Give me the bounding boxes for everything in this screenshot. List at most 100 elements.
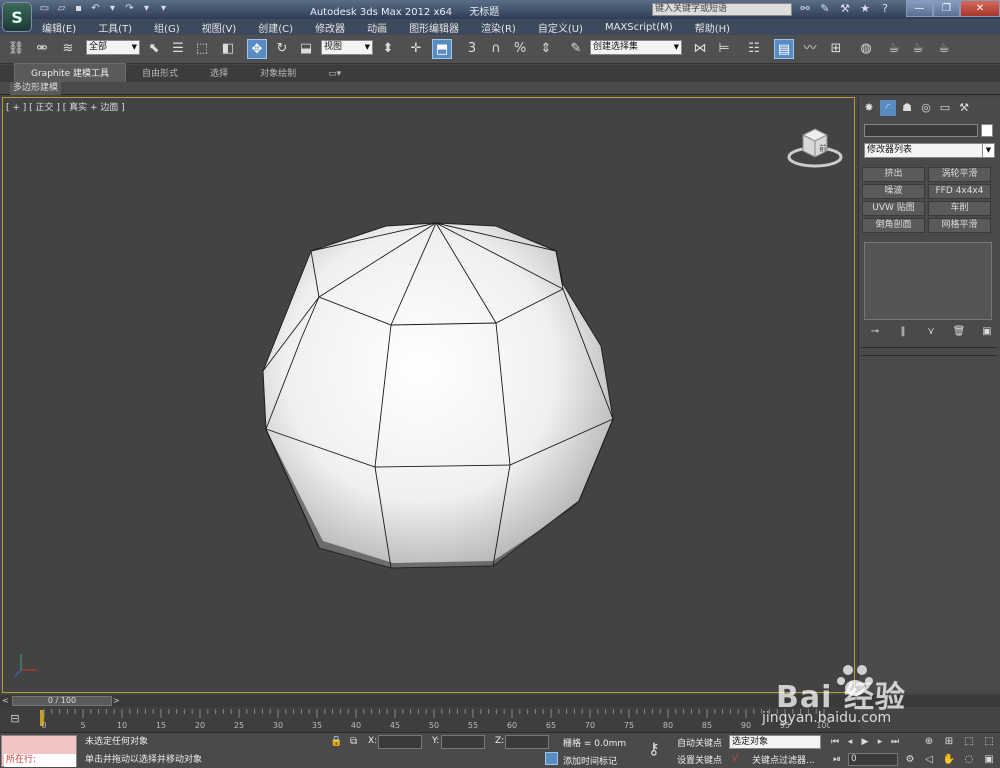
graphite-toggle-icon[interactable]: ▤: [774, 39, 794, 59]
menu-edit[interactable]: 编辑(E): [42, 20, 76, 35]
spinner-snap-icon[interactable]: ⇕: [536, 39, 556, 59]
z-coordinate-field[interactable]: [505, 735, 549, 749]
object-color-swatch[interactable]: [981, 124, 993, 137]
set-key-button[interactable]: 设置关键点: [677, 753, 722, 766]
select-rotate-icon[interactable]: ↻: [272, 39, 292, 59]
app-logo-button[interactable]: S: [2, 2, 32, 32]
ribbon-options-icon[interactable]: ▭▾: [312, 67, 357, 82]
goto-start-icon[interactable]: ⏮: [828, 735, 842, 749]
time-slider-thumb[interactable]: 0 / 100: [12, 696, 112, 706]
utilities-tab-icon[interactable]: ⚒: [956, 100, 972, 116]
window-crossing-icon[interactable]: ◧: [218, 39, 238, 59]
maxscript-listener[interactable]: 所在行:: [1, 735, 77, 767]
undo-dropdown-icon[interactable]: ▾: [106, 2, 119, 15]
key-filters-button[interactable]: 关键点过滤器...: [752, 753, 815, 766]
minimize-button[interactable]: —: [906, 0, 933, 17]
material-editor-icon[interactable]: ◍: [856, 39, 876, 59]
play-icon[interactable]: ▶: [858, 735, 872, 749]
open-file-icon[interactable]: ▱: [55, 2, 68, 15]
modifier-stack-list[interactable]: [864, 242, 992, 320]
modifier-meshsmooth-button[interactable]: 网格平滑: [928, 218, 991, 233]
select-scale-icon[interactable]: ⬓: [296, 39, 316, 59]
absolute-mode-icon[interactable]: ⧉: [350, 736, 357, 747]
menu-create[interactable]: 创建(C): [258, 20, 293, 35]
configure-sets-icon[interactable]: ▣: [979, 325, 995, 339]
goto-end-icon[interactable]: ⏭: [888, 735, 902, 749]
pan-hand-icon[interactable]: ✋: [942, 753, 956, 767]
modifier-uvw-button[interactable]: UVW 贴图: [862, 201, 925, 216]
modifier-extrude-button[interactable]: 挤出: [862, 167, 925, 182]
selection-filter-dropdown[interactable]: 全部: [86, 40, 140, 55]
create-tab-icon[interactable]: ✸: [861, 100, 877, 116]
tools-icon[interactable]: ✎: [818, 2, 832, 16]
motion-tab-icon[interactable]: ◎: [918, 100, 934, 116]
add-time-tag-button[interactable]: 添加时间标记: [563, 754, 617, 767]
new-file-icon[interactable]: ▭: [38, 2, 51, 15]
maximize-viewport-icon[interactable]: ▣: [982, 753, 996, 767]
render-production-icon[interactable]: ☕: [934, 39, 954, 59]
menu-view[interactable]: 视图(V): [202, 20, 237, 35]
menu-graph-editors[interactable]: 图形编辑器: [409, 20, 459, 35]
snaps-toggle-icon[interactable]: 3: [462, 39, 482, 59]
wrench-icon[interactable]: ⚒: [838, 2, 852, 16]
geosphere-object[interactable]: [3, 98, 856, 694]
remove-modifier-icon[interactable]: 🗑: [951, 325, 967, 339]
modifier-turbosmooth-button[interactable]: 涡轮平滑: [928, 167, 991, 182]
pin-stack-icon[interactable]: ⊸: [867, 325, 883, 339]
key-mode-icon[interactable]: √: [732, 753, 738, 764]
make-unique-icon[interactable]: ⋎: [923, 325, 939, 339]
rect-selection-icon[interactable]: ⬚: [192, 39, 212, 59]
viewcube-widget[interactable]: 前: [785, 123, 845, 173]
layer-manager-icon[interactable]: ☷: [744, 39, 764, 59]
time-config-icon[interactable]: ⚙: [903, 753, 917, 767]
hierarchy-tab-icon[interactable]: ☗: [899, 100, 915, 116]
zoom-icon[interactable]: ⊕: [922, 735, 936, 749]
maximize-button[interactable]: ❐: [933, 0, 960, 17]
customize-qat-icon[interactable]: ▾: [157, 2, 170, 15]
field-of-view-icon[interactable]: ◁: [922, 753, 936, 767]
prev-frame-arrow-icon[interactable]: <: [2, 696, 10, 706]
redo-dropdown-icon[interactable]: ▾: [140, 2, 153, 15]
zoom-extents-all-icon[interactable]: ⬚: [982, 735, 996, 749]
y-coordinate-field[interactable]: [441, 735, 485, 749]
menu-tools[interactable]: 工具(T): [98, 20, 132, 35]
keyboard-shortcut-icon[interactable]: ⬒: [432, 39, 452, 59]
modify-tab-icon[interactable]: ◜: [880, 100, 896, 116]
close-button[interactable]: ✕: [960, 0, 1000, 17]
select-move-icon[interactable]: ✥: [247, 39, 267, 59]
save-icon[interactable]: ▪: [72, 2, 85, 15]
modifier-ffd-button[interactable]: FFD 4x4x4: [928, 184, 991, 199]
align-icon[interactable]: ⊨: [714, 39, 734, 59]
menu-rendering[interactable]: 渲染(R): [481, 20, 516, 35]
render-setup-icon[interactable]: ☕: [884, 39, 904, 59]
modifier-bevel-profile-button[interactable]: 倒角剖面: [862, 218, 925, 233]
select-object-icon[interactable]: ⬉: [144, 39, 164, 59]
x-coordinate-field[interactable]: [378, 735, 422, 749]
key-selection-dropdown[interactable]: 选定对象: [729, 735, 821, 749]
unlink-icon[interactable]: ⚮: [32, 39, 52, 59]
track-bar[interactable]: ⊟ 0 5 10 15 20 25 30 35 40 45 50 55 60 65 70 75 80 85 90 95…: [0, 707, 860, 732]
menu-maxscript[interactable]: MAXScript(M): [605, 22, 673, 33]
menu-animation[interactable]: 动画: [367, 20, 387, 35]
mini-curve-editor-icon[interactable]: ⊟: [6, 712, 24, 726]
set-key-icon[interactable]: ⚷: [648, 739, 660, 758]
manipulate-icon[interactable]: ✛: [406, 39, 426, 59]
pivot-center-icon[interactable]: ⬍: [378, 39, 398, 59]
next-frame-icon[interactable]: ▸: [873, 735, 887, 749]
menu-modifiers[interactable]: 修改器: [315, 20, 345, 35]
menu-customize[interactable]: 自定义(U): [538, 20, 583, 35]
undo-icon[interactable]: ↶: [89, 2, 102, 15]
mirror-icon[interactable]: ⋈: [690, 39, 710, 59]
link-icon[interactable]: ⛓: [6, 39, 26, 59]
schematic-view-icon[interactable]: ⊞: [826, 39, 846, 59]
orbit-icon[interactable]: ◌: [962, 753, 976, 767]
angle-snap-icon[interactable]: ∩: [486, 39, 506, 59]
named-selection-dropdown[interactable]: 创建选择集: [590, 40, 682, 55]
menu-help[interactable]: 帮助(H): [695, 20, 730, 35]
edit-named-sets-icon[interactable]: ✎: [566, 39, 586, 59]
current-frame-field[interactable]: 0: [848, 753, 898, 766]
modifier-noise-button[interactable]: 噪波: [862, 184, 925, 199]
show-end-result-icon[interactable]: ‖: [895, 325, 911, 339]
redo-icon[interactable]: ↷: [123, 2, 136, 15]
modifier-list-dropdown[interactable]: 修改器列表 ▼: [864, 143, 995, 158]
